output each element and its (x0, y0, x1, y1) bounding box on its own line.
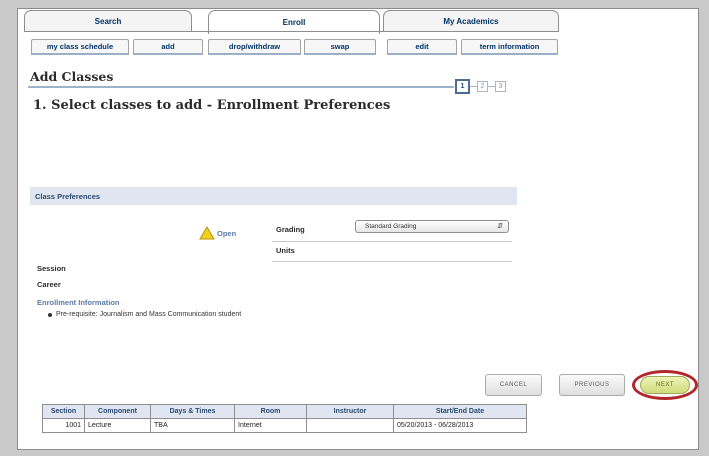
subtab-add[interactable]: add (133, 39, 203, 55)
bullet-icon (48, 313, 52, 317)
tab-label: Search (94, 17, 122, 26)
enrollment-info-item: Pre-requisite: Journalism and Mass Commu… (56, 311, 242, 318)
previous-button[interactable]: PREVIOUS (559, 374, 625, 396)
subtab-swap[interactable]: swap (304, 39, 376, 55)
grading-label: Grading (276, 225, 305, 234)
next-button[interactable]: NEXT (640, 376, 690, 394)
step-item: 3 (495, 80, 506, 92)
step-number: 2 (480, 82, 485, 90)
tab-my-academics[interactable]: My Academics (383, 10, 559, 32)
step-number: 1 (460, 82, 465, 90)
column-header: Component (84, 404, 151, 419)
section-title: Class Preferences (35, 191, 101, 201)
select-arrows-icon: ⇵ (497, 223, 503, 230)
table-header-row: Section Component Days & Times Room Inst… (42, 404, 527, 419)
warning-triangle-icon (199, 226, 215, 240)
step-indicator: 1 2 3 (455, 78, 506, 94)
days-times-cell: TBA (150, 418, 235, 433)
subtab-label: swap (330, 42, 350, 51)
career-label: Career (37, 280, 61, 289)
subtab-label: edit (415, 42, 429, 51)
step-current: 1 (455, 78, 470, 94)
instructor-cell (306, 418, 394, 433)
subtab-label: drop/withdraw (228, 42, 281, 51)
button-label: CANCEL (499, 382, 528, 388)
tab-label: My Academics (443, 17, 499, 26)
subtab-label: add (161, 42, 175, 51)
column-header: Start/End Date (393, 404, 527, 419)
component-cell: Lecture (84, 418, 151, 433)
column-header: Instructor (306, 404, 394, 419)
button-label: NEXT (655, 382, 674, 388)
title-divider (28, 86, 454, 88)
table-row: 1001 Lecture TBA Internet 05/20/2013 - 0… (42, 418, 527, 433)
subtab-drop-withdraw[interactable]: drop/withdraw (208, 39, 301, 55)
class-status: Open (199, 226, 236, 240)
room-cell: Internet (234, 418, 307, 433)
subtab-term-information[interactable]: term information (461, 39, 558, 55)
tab-search[interactable]: Search (24, 10, 192, 32)
cancel-button[interactable]: CANCEL (485, 374, 542, 396)
tab-divider (24, 31, 559, 32)
class-preferences-header: Class Preferences (30, 187, 517, 205)
column-header: Days & Times (150, 404, 235, 419)
status-text: Open (217, 228, 237, 238)
units-label: Units (276, 246, 295, 255)
step-number: 3 (498, 82, 503, 90)
units-row-divider (272, 261, 512, 262)
grading-row-divider (272, 241, 512, 242)
step-item: 2 (477, 80, 488, 92)
column-header: Section (42, 404, 85, 419)
subtab-label: term information (479, 42, 540, 51)
button-label: PREVIOUS (574, 382, 610, 388)
enrollment-information-heading: Enrollment Information (37, 298, 120, 307)
column-header: Room (234, 404, 307, 419)
page-subheading: 1. Select classes to add - Enrollment Pr… (33, 98, 391, 113)
subtab-my-class-schedule[interactable]: my class schedule (31, 39, 129, 55)
class-table: Section Component Days & Times Room Inst… (42, 404, 527, 433)
grading-select[interactable]: Standard Grading ⇵ (355, 220, 509, 233)
step-connector (470, 85, 477, 87)
session-label: Session (37, 264, 66, 273)
page-title: Add Classes (30, 69, 114, 84)
grading-value: Standard Grading (365, 223, 417, 230)
start-end-date-cell: 05/20/2013 - 06/28/2013 (393, 418, 527, 433)
step-connector (488, 85, 495, 87)
section-cell: 1001 (42, 418, 85, 433)
tab-label: Enroll (282, 18, 306, 27)
subtab-label: my class schedule (46, 42, 114, 51)
subtab-edit[interactable]: edit (387, 39, 457, 55)
